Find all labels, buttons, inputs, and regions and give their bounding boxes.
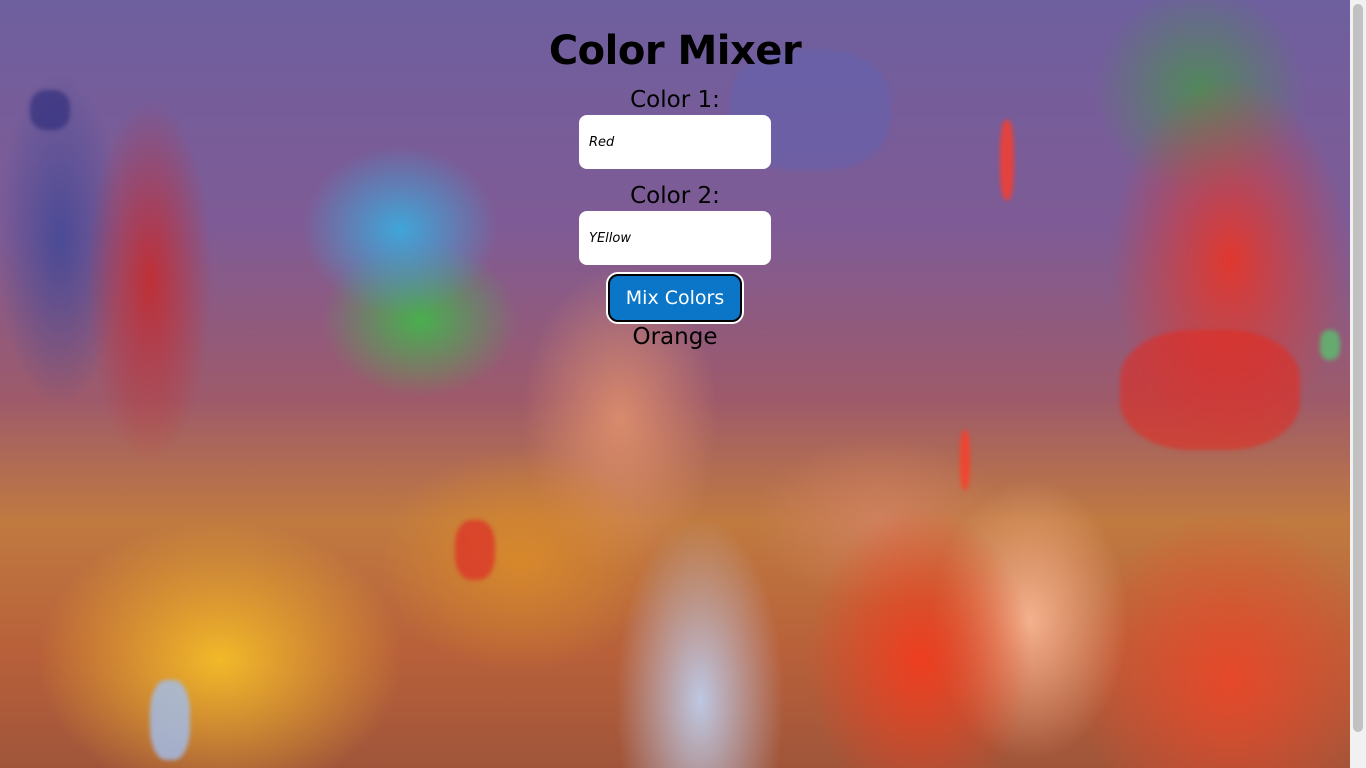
page-title: Color Mixer — [548, 28, 802, 74]
mix-result: Orange — [632, 324, 718, 350]
mix-colors-button[interactable]: Mix Colors — [608, 274, 742, 322]
color1-input[interactable]: Red — [579, 115, 771, 169]
color1-label: Color 1: — [630, 87, 720, 113]
color2-input[interactable]: YEllow — [579, 211, 771, 265]
color-mixer-app: Color Mixer Color 1: Red Color 2: YEllow… — [0, 0, 1350, 351]
color2-label: Color 2: — [630, 183, 720, 209]
scrollbar-thumb[interactable] — [1353, 4, 1363, 732]
page-scrollbar[interactable] — [1350, 0, 1366, 768]
